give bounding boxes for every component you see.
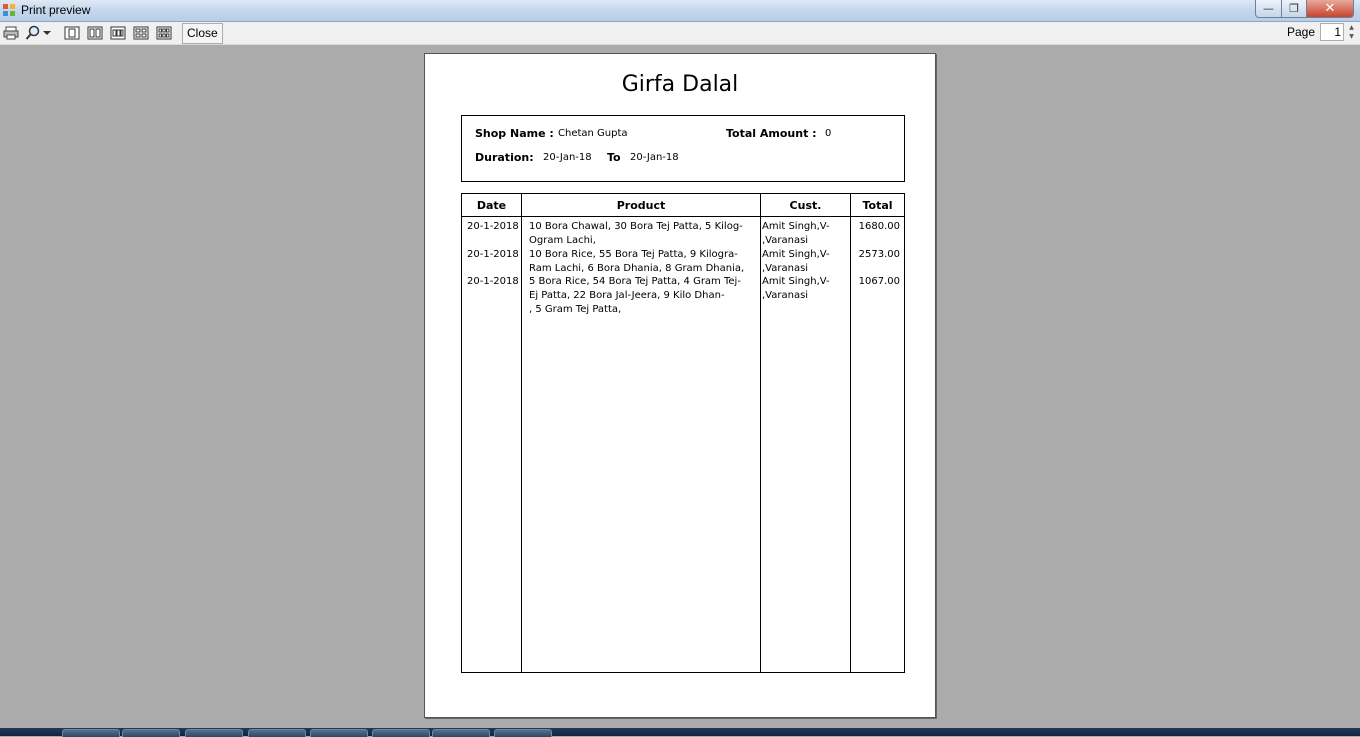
two-pages-icon[interactable] xyxy=(86,24,104,42)
spin-up-icon[interactable]: ▲ xyxy=(1346,23,1357,32)
minimize-button[interactable]: — xyxy=(1255,0,1282,18)
column-header-cust: Cust. xyxy=(789,199,822,212)
column-header-total: Total xyxy=(862,199,893,212)
table-cell-product: 10 Bora Chawal, 30 Bora Tej Patta, 5 Kil… xyxy=(529,221,743,246)
column-header-product: Product xyxy=(616,199,666,212)
zoom-icon[interactable] xyxy=(24,24,42,42)
table-cell-date: 20-1-2018 xyxy=(467,221,519,232)
report-info-box: Shop Name : Chetan Gupta Total Amount : … xyxy=(461,115,905,182)
six-pages-icon[interactable] xyxy=(155,24,173,42)
column-divider xyxy=(760,194,761,672)
toolbar: Close Page 1 ▲ ▼ xyxy=(0,22,1360,45)
table-cell-date: 20-1-2018 xyxy=(467,249,519,260)
column-divider xyxy=(850,194,851,672)
duration-from: 20-Jan-18 xyxy=(543,152,592,163)
header-divider xyxy=(462,216,904,217)
zoom-dropdown-chevron-icon[interactable] xyxy=(41,24,53,42)
close-window-button[interactable]: ✕ xyxy=(1307,0,1354,18)
table-cell-cust: Amit Singh,V- ,Varanasi xyxy=(762,276,830,301)
shop-name-label: Shop Name : xyxy=(475,127,554,140)
table-cell-cust: Amit Singh,V- ,Varanasi xyxy=(762,249,830,274)
four-pages-icon[interactable] xyxy=(132,24,150,42)
duration-label: Duration: xyxy=(475,151,534,164)
title-bar: Print preview — ❐ ✕ xyxy=(0,0,1360,22)
report-table: Date Product Cust. Total 20-1-2018 10 Bo… xyxy=(461,193,905,673)
page-number-input[interactable]: 1 xyxy=(1320,23,1344,41)
column-header-date: Date xyxy=(476,199,507,212)
table-cell-product: 5 Bora Rice, 54 Bora Tej Patta, 4 Gram T… xyxy=(529,276,741,315)
window-title: Print preview xyxy=(21,3,91,17)
duration-to: 20-Jan-18 xyxy=(630,152,679,163)
table-cell-total: 1067.00 xyxy=(858,276,900,287)
page-label: Page xyxy=(1287,25,1316,39)
shop-name-value: Chetan Gupta xyxy=(558,128,628,139)
column-divider xyxy=(521,194,522,672)
maximize-button[interactable]: ❐ xyxy=(1282,0,1307,18)
table-cell-total: 1680.00 xyxy=(858,221,900,232)
preview-page: Girfa Dalal Shop Name : Chetan Gupta Tot… xyxy=(424,53,936,718)
total-amount-value: 0 xyxy=(825,128,832,139)
table-cell-date: 20-1-2018 xyxy=(467,276,519,287)
print-icon[interactable] xyxy=(2,24,20,42)
app-icon xyxy=(3,4,15,16)
three-pages-icon[interactable] xyxy=(109,24,127,42)
table-cell-total: 2573.00 xyxy=(858,249,900,260)
report-title: Girfa Dalal xyxy=(621,72,739,97)
page-spinner[interactable]: ▲ ▼ xyxy=(1346,23,1357,41)
spin-down-icon[interactable]: ▼ xyxy=(1346,32,1357,41)
table-cell-product: 10 Bora Rice, 55 Bora Tej Patta, 9 Kilog… xyxy=(529,249,745,274)
one-page-icon[interactable] xyxy=(63,24,81,42)
total-amount-label: Total Amount : xyxy=(726,127,817,140)
close-button[interactable]: Close xyxy=(182,23,223,44)
to-label: To xyxy=(607,151,621,164)
table-cell-cust: Amit Singh,V- ,Varanasi xyxy=(762,221,830,246)
